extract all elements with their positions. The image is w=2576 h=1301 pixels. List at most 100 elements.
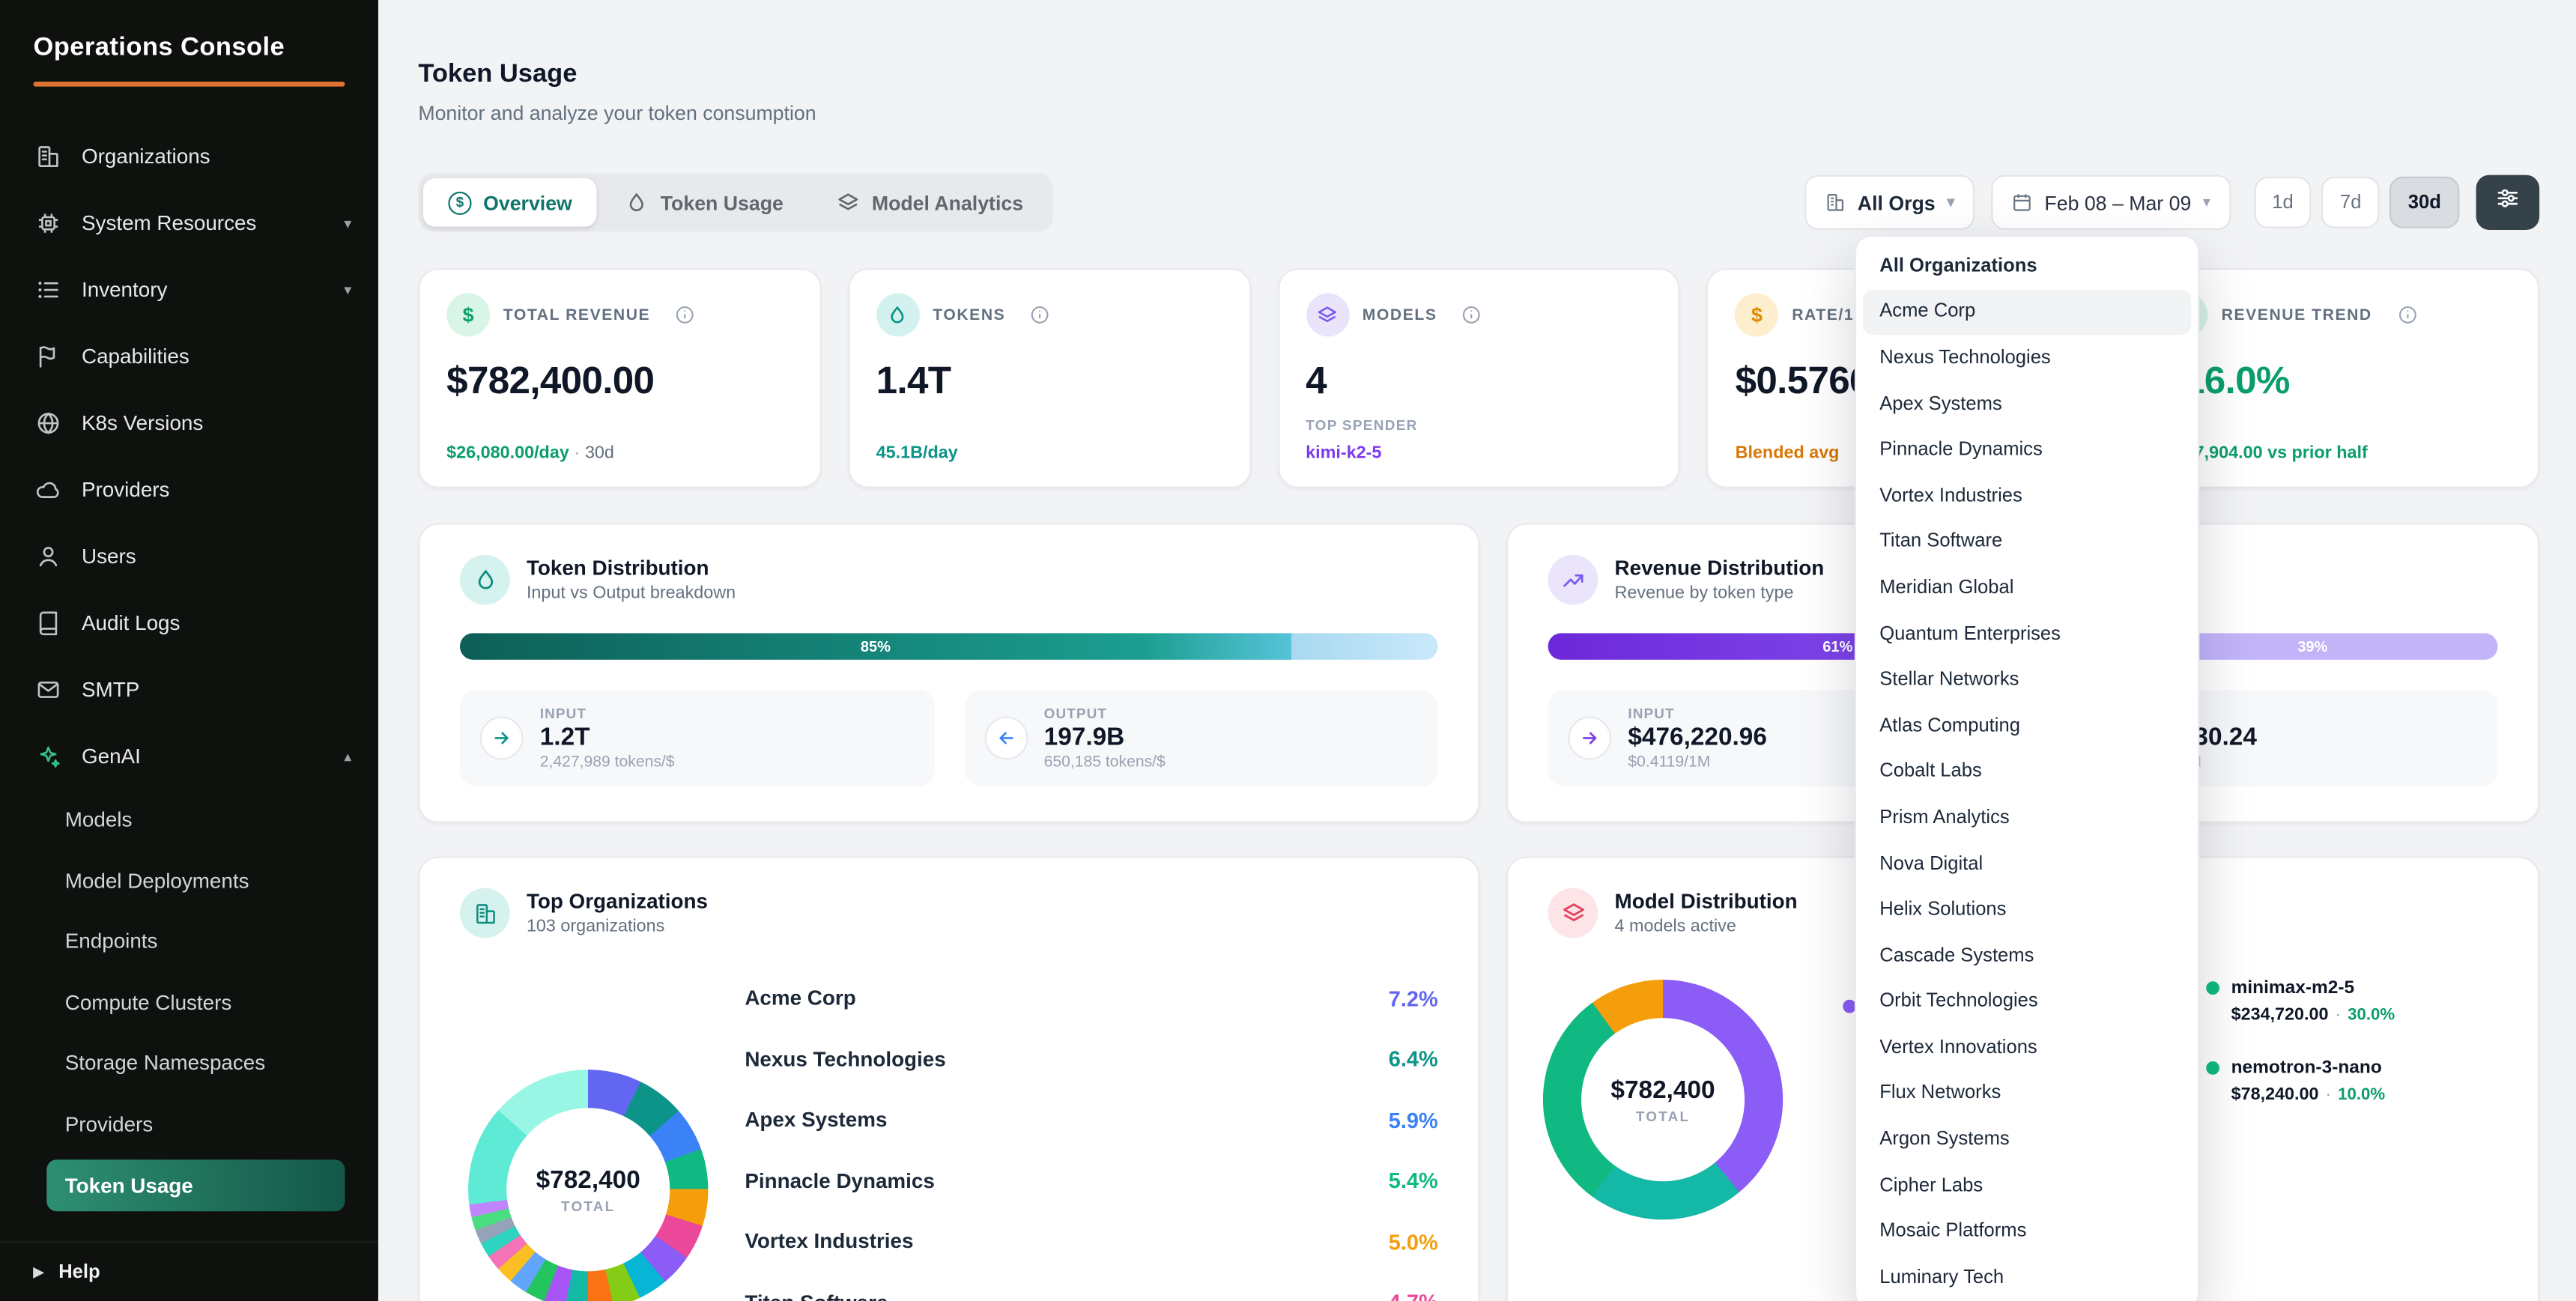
filter-button[interactable] xyxy=(2476,175,2540,230)
org-dropdown-item[interactable]: Atlas Computing xyxy=(1863,703,2191,749)
stat-label: MODELS xyxy=(1363,306,1437,324)
org-dropdown-item[interactable]: Apex Systems xyxy=(1863,381,2191,427)
flag-icon xyxy=(33,342,61,371)
sidebar-item-users[interactable]: Users xyxy=(0,523,378,589)
stat-label: TOKENS xyxy=(933,306,1005,324)
date-range-button[interactable]: Feb 08 – Mar 09 ▾ xyxy=(1991,175,2230,230)
org-dropdown-item[interactable]: Cascade Systems xyxy=(1863,933,2191,979)
page-title: Token Usage xyxy=(418,0,2539,91)
org-dropdown-item[interactable]: Helix Solutions xyxy=(1863,887,2191,932)
layers-icon xyxy=(1306,294,1349,337)
app-title: Operations Console xyxy=(0,0,378,64)
org-dropdown-item[interactable]: Cipher Labs xyxy=(1863,1162,2191,1208)
sidebar-nav: Organizations System Resources ▾ Invento… xyxy=(0,124,378,1216)
dollar-icon: $ xyxy=(1736,294,1779,337)
sidebar-item-audit-logs[interactable]: Audit Logs xyxy=(0,589,378,656)
info-icon[interactable] xyxy=(1031,305,1051,325)
card-subtitle: Input vs Output breakdown xyxy=(527,583,736,604)
org-row[interactable]: Vortex Industries 5.0% xyxy=(745,1211,1437,1272)
org-dropdown-item[interactable]: Nexus Technologies xyxy=(1863,336,2191,381)
range-30d-button[interactable]: 30d xyxy=(2389,177,2459,228)
sidebar-item-smtp[interactable]: SMTP xyxy=(0,656,378,723)
org-dropdown-item[interactable]: Prism Analytics xyxy=(1863,795,2191,840)
org-dropdown-item[interactable]: Argon Systems xyxy=(1863,1117,2191,1162)
tab-overview[interactable]: $ Overview xyxy=(423,178,597,227)
info-icon[interactable] xyxy=(1462,305,1482,325)
sidebar-subitem[interactable]: Models xyxy=(0,789,378,850)
legend-dot-icon xyxy=(2206,1061,2219,1075)
sidebar-item-k8s-versions[interactable]: K8s Versions xyxy=(0,390,378,457)
droplet-icon xyxy=(625,191,649,214)
sidebar-item-system-resources[interactable]: System Resources ▾ xyxy=(0,190,378,257)
donut-center-label: $782,400 TOTAL xyxy=(468,1070,708,1301)
sidebar-subitem[interactable]: Providers xyxy=(0,1094,378,1154)
stat-footnote: Blended avg xyxy=(1736,441,1840,464)
org-dropdown-item[interactable]: Cobalt Labs xyxy=(1863,749,2191,795)
info-icon[interactable] xyxy=(676,305,696,325)
token-split-bar: 85% xyxy=(460,633,1438,660)
sidebar-subitem[interactable]: Storage Namespaces xyxy=(0,1033,378,1094)
stat-value: 1.4T xyxy=(876,358,1222,403)
org-row[interactable]: Titan Software 4.7% xyxy=(745,1272,1437,1301)
card-title: Revenue Distribution xyxy=(1615,557,1825,580)
sidebar-item-organizations[interactable]: Organizations xyxy=(0,124,378,190)
sidebar-subitem[interactable]: Endpoints xyxy=(0,912,378,972)
chevron-down-icon: ▾ xyxy=(1947,193,1954,211)
output-bar-segment xyxy=(1291,633,1438,660)
book-icon xyxy=(33,609,61,637)
org-dropdown-item[interactable]: Meridian Global xyxy=(1863,565,2191,610)
org-dropdown-item[interactable]: Pinnacle Dynamics xyxy=(1863,427,2191,473)
tab-token-usage[interactable]: Token Usage xyxy=(601,178,809,227)
range-7d-button[interactable]: 7d xyxy=(2322,177,2380,228)
sidebar-item-capabilities[interactable]: Capabilities xyxy=(0,324,378,390)
sidebar-item-providers[interactable]: Providers xyxy=(0,457,378,524)
legend-entry[interactable]: minimax-m2-5 $234,720.00 · 30.0% xyxy=(2206,978,2395,1025)
card-subtitle: Revenue by token type xyxy=(1615,583,1825,604)
sidebar-subitem[interactable]: Model Deployments xyxy=(0,851,378,912)
range-1d-button[interactable]: 1d xyxy=(2254,177,2312,228)
org-row[interactable]: Apex Systems 5.9% xyxy=(745,1090,1437,1150)
org-dropdown-item[interactable]: Nova Digital xyxy=(1863,841,2191,887)
sidebar-subitem[interactable]: Compute Clusters xyxy=(0,972,378,1033)
distribution-row: Token Distribution Input vs Output break… xyxy=(418,523,2539,822)
org-dropdown-item[interactable]: All Organizations xyxy=(1863,243,2191,289)
chevron-down-icon: ▾ xyxy=(344,281,351,299)
sidebar-item-inventory[interactable]: Inventory ▾ xyxy=(0,257,378,324)
card-title: Top Organizations xyxy=(527,890,708,913)
org-filter-button[interactable]: All Orgs ▾ xyxy=(1804,175,1975,230)
org-dropdown-item[interactable]: Mosaic Platforms xyxy=(1863,1209,2191,1255)
calendar-icon xyxy=(2011,192,2033,213)
list-icon xyxy=(33,276,61,304)
org-dropdown-item[interactable]: Orbit Technologies xyxy=(1863,979,2191,1025)
org-row[interactable]: Pinnacle Dynamics 5.4% xyxy=(745,1150,1437,1211)
org-dropdown-item[interactable]: Stellar Networks xyxy=(1863,657,2191,703)
globe-icon xyxy=(33,409,61,437)
input-bar-segment: 85% xyxy=(460,633,1291,660)
dollar-icon: $ xyxy=(446,294,490,337)
org-dropdown-item[interactable]: Flux Networks xyxy=(1863,1071,2191,1117)
chip-icon xyxy=(33,209,61,237)
legend-dot-icon xyxy=(2206,981,2219,995)
toolbar: $ Overview Token Usage Model Analytics A… xyxy=(418,173,2539,231)
chevron-down-icon: ▾ xyxy=(344,214,351,232)
org-row[interactable]: Acme Corp 7.2% xyxy=(745,968,1437,1028)
sidebar-subitem[interactable]: Token Usage xyxy=(46,1159,345,1211)
sidebar-item-genai[interactable]: GenAI ▴ xyxy=(0,723,378,789)
org-dropdown-item[interactable]: Vertex Innovations xyxy=(1863,1025,2191,1070)
mail-icon xyxy=(33,676,61,704)
legend-entry[interactable]: nemotron-3-nano $78,240.00 · 10.0% xyxy=(2206,1058,2395,1105)
org-dropdown-item[interactable]: Quantum Enterprises xyxy=(1863,611,2191,657)
org-row[interactable]: Nexus Technologies 6.4% xyxy=(745,1029,1437,1090)
range-segmented-control: 1d 7d 30d xyxy=(2254,177,2460,228)
org-dropdown-item[interactable]: Acme Corp xyxy=(1863,289,2191,335)
sliders-icon xyxy=(2494,185,2521,220)
org-dropdown-item[interactable]: Luminary Tech xyxy=(1863,1255,2191,1300)
org-dropdown-item[interactable]: Vortex Industries xyxy=(1863,473,2191,519)
org-dropdown-item[interactable]: Titan Software xyxy=(1863,519,2191,565)
card-subtitle: 4 models active xyxy=(1615,916,1798,936)
help-button[interactable]: ▶ Help xyxy=(0,1241,378,1301)
layers-icon xyxy=(1548,888,1598,938)
info-icon[interactable] xyxy=(2397,305,2417,325)
breakdown-row: Top Organizations 103 organizations $782… xyxy=(418,856,2539,1301)
tab-model-analytics[interactable]: Model Analytics xyxy=(812,178,1049,227)
